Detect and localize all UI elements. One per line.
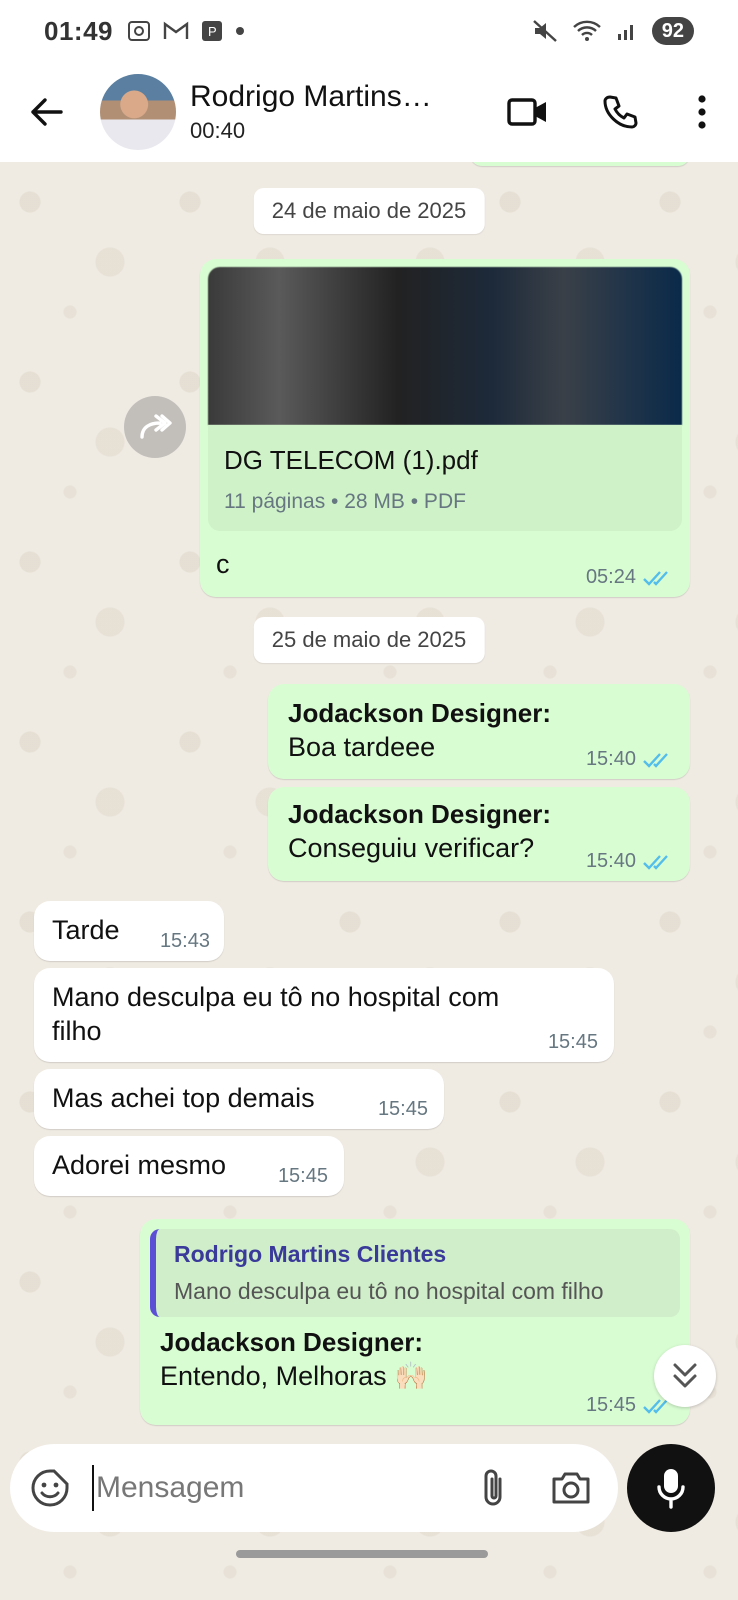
voice-message-button[interactable] [627,1444,715,1532]
sticker-icon[interactable] [30,1468,70,1508]
message-text-continued: filho [52,1016,102,1046]
double-check-icon [643,570,668,586]
quoted-message[interactable]: Rodrigo Martins Clientes Mano desculpa e… [150,1229,680,1317]
video-call-button[interactable] [482,62,574,162]
message-time: 15:45 [277,1165,328,1187]
parking-app-icon: P [202,21,222,41]
forward-button[interactable] [124,396,186,458]
arrow-left-icon [31,98,63,126]
contact-info[interactable]: Rodrigo Martins… 00:40 [190,80,460,144]
message-meta: 15:45 [278,1165,328,1188]
forward-icon [140,414,172,439]
message-text: Mano desculpa eu tô no hospital com [52,982,500,1012]
document-name: DG TELECOM (1).pdf [224,445,478,475]
header-actions [482,62,738,162]
message-meta: 15:40 [586,748,674,771]
back-button[interactable] [0,62,92,162]
date-separator: 25 de maio de 2025 [253,617,485,663]
voice-call-button[interactable] [574,62,666,162]
message-sender: Jodackson Designer: [160,1327,423,1357]
double-check-icon [643,854,668,870]
gmail-icon [163,21,189,39]
incoming-message[interactable]: Mas achei top demais 15:45 [34,1069,444,1129]
svg-text:P: P [208,24,217,39]
incoming-message[interactable]: Mano desculpa eu tô no hospital com filh… [34,968,614,1062]
message-meta: 15:45 [548,1031,598,1054]
signal-icon [617,25,633,40]
document-message[interactable]: DG TELECOM (1).pdf 11 páginas • 28 MB • … [200,259,690,597]
reply-message[interactable]: Rodrigo Martins Clientes Mano desculpa e… [140,1219,690,1425]
incoming-message[interactable]: Adorei mesmo 15:45 [34,1136,344,1196]
chevron-double-down-icon [673,1363,697,1388]
mute-icon [532,20,557,42]
chat-header: Rodrigo Martins… 00:40 [0,62,738,162]
more-vertical-icon [698,95,706,129]
message-time: 15:45 [547,1031,598,1053]
document-info[interactable]: DG TELECOM (1).pdf 11 páginas • 28 MB • … [208,425,682,531]
document-meta: 11 páginas • 28 MB • PDF [224,490,466,513]
message-meta: 05:24 [586,566,674,589]
message-time: 15:43 [159,930,210,952]
message-composer: Mensagem [10,1444,618,1532]
chat-area[interactable]: 24 de maio de 2025 DG TELECOM (1).pdf 11… [0,162,738,1600]
status-bar: 01:49 P 92 [0,0,738,62]
message-text: Entendo, Melhoras 🙌🏻 [160,1361,428,1391]
phone-icon [603,95,638,129]
microphone-icon [657,1469,685,1509]
battery-indicator: 92 [651,17,694,45]
camera-icon[interactable] [550,1470,592,1506]
message-meta: 15:45 [378,1098,428,1121]
quoted-author: Rodrigo Martins Clientes [174,1241,447,1267]
message-sender: Jodackson Designer: [288,799,551,829]
outgoing-message[interactable]: Jodackson Designer: Boa tardeee 15:40 [268,684,690,779]
dot-icon [236,27,244,35]
outgoing-message[interactable]: Jodackson Designer: Conseguiu verificar?… [268,787,690,881]
message-sender: Jodackson Designer: [288,698,551,728]
video-camera-icon [507,98,546,126]
screenshot-icon [128,21,150,41]
double-check-icon [643,752,668,768]
date-separator: 24 de maio de 2025 [253,188,485,234]
contact-avatar[interactable] [100,74,176,150]
notification-icons: P [127,20,245,42]
more-options-button[interactable] [666,62,738,162]
message-meta: 15:43 [160,930,210,953]
status-time: 01:49 [44,15,113,46]
message-text: Mas achei top demais [52,1083,315,1113]
document-preview[interactable] [208,267,682,425]
system-icons: 92 [532,17,694,45]
previous-message-fragment [470,162,690,166]
reply-body: Jodackson Designer: Entendo, Melhoras 🙌🏻 [160,1325,428,1393]
message-text: c [216,549,230,579]
incoming-message[interactable]: Tarde 15:43 [34,901,224,961]
contact-status: 00:40 [190,118,246,143]
contact-name: Rodrigo Martins… [190,80,432,113]
scroll-to-bottom-button[interactable] [654,1345,716,1407]
wifi-icon [572,20,601,41]
paperclip-icon[interactable] [478,1467,508,1509]
home-indicator[interactable] [236,1550,488,1558]
message-meta: 15:40 [586,850,674,873]
message-meta: 15:45 [586,1394,674,1417]
message-time: 05:24 [585,566,636,588]
quoted-text: Mano desculpa eu tô no hospital com filh… [174,1278,604,1304]
message-time: 15:45 [585,1394,636,1416]
message-time: 15:45 [377,1098,428,1120]
message-time: 15:40 [585,748,636,770]
message-input[interactable]: Mensagem [92,1465,478,1511]
message-time: 15:40 [585,850,636,872]
